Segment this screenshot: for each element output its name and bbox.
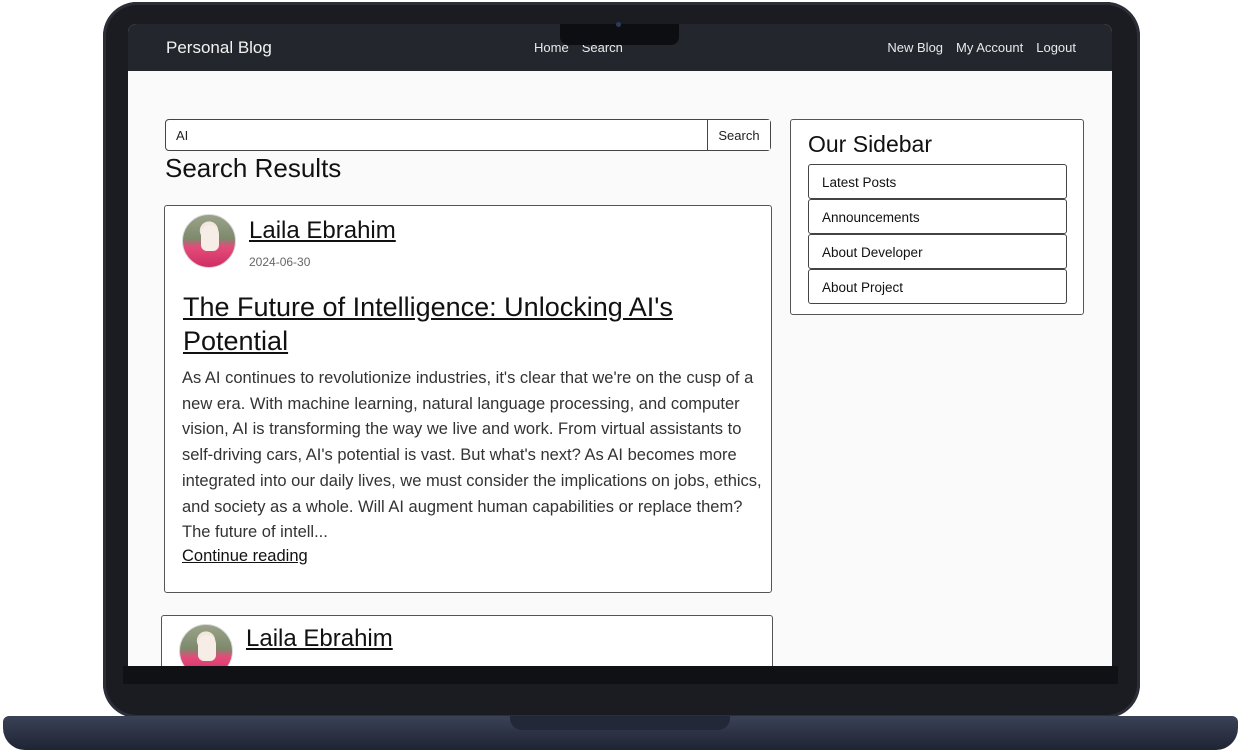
sidebar-item-announcements[interactable]: Announcements — [808, 199, 1067, 234]
laptop-base-groove — [510, 716, 730, 730]
post-author-link[interactable]: Laila Ebrahim — [246, 625, 393, 653]
author-avatar — [182, 214, 236, 268]
nav-new-blog-link[interactable]: New Blog — [887, 40, 943, 55]
continue-reading-link[interactable]: Continue reading — [182, 547, 308, 566]
browser-viewport: Personal Blog Home Search New Blog My Ac… — [128, 24, 1112, 666]
nav-my-account-link[interactable]: My Account — [956, 40, 1023, 55]
search-input[interactable] — [166, 120, 707, 150]
post-card: Laila Ebrahim — [161, 615, 773, 666]
sidebar-item-about-project[interactable]: About Project — [808, 269, 1067, 304]
search-button[interactable]: Search — [707, 120, 770, 150]
sidebar-list: Latest Posts Announcements About Develop… — [808, 164, 1067, 304]
post-title-link[interactable]: The Future of Intelligence: Unlocking AI… — [183, 290, 743, 358]
sidebar: Our Sidebar Latest Posts Announcements A… — [790, 119, 1084, 315]
camera-icon — [616, 22, 621, 27]
post-date: 2024-06-30 — [249, 255, 311, 269]
author-avatar — [179, 624, 233, 666]
sidebar-item-latest-posts[interactable]: Latest Posts — [808, 164, 1067, 199]
nav-logout-link[interactable]: Logout — [1036, 40, 1076, 55]
sidebar-item-about-developer[interactable]: About Developer — [808, 234, 1067, 269]
search-form: Search — [165, 119, 771, 151]
post-card: Laila Ebrahim 2024-06-30 The Future of I… — [164, 205, 772, 593]
sidebar-title: Our Sidebar — [808, 131, 933, 157]
post-author-link[interactable]: Laila Ebrahim — [249, 217, 396, 245]
laptop-screen-chin — [123, 666, 1118, 684]
post-excerpt: As AI continues to revolutionize industr… — [182, 369, 762, 542]
search-results-heading: Search Results — [165, 153, 342, 183]
brand-link[interactable]: Personal Blog — [166, 38, 272, 58]
laptop-notch — [560, 24, 679, 45]
nav-right-links: New Blog My Account Logout — [887, 40, 1076, 55]
